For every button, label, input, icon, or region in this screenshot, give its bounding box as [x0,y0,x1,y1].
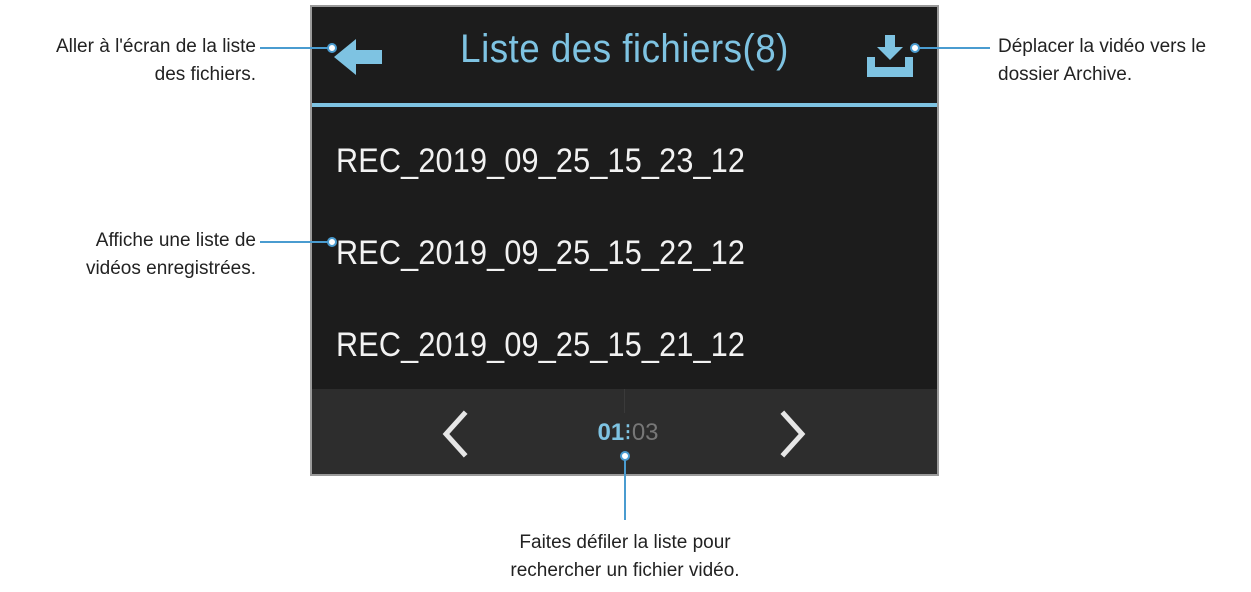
page-separator: ⁝ [624,419,632,446]
callout-list-line [260,241,332,243]
callout-list-line1: Affiche une liste de [95,230,256,251]
prev-page-button[interactable] [436,409,476,459]
callout-archive-line2: dossier Archive. [998,64,1133,85]
total-pages: 03 [631,419,659,446]
pager-divider [624,389,625,413]
file-list-screen: Liste des fichiers(8) REC_2019_09_25_15_… [310,5,939,476]
next-page-button[interactable] [772,409,812,459]
callout-archive-line1: Déplacer la vidéo vers le [998,36,1207,57]
chevron-left-icon [442,410,468,458]
file-item-2[interactable]: REC_2019_09_25_15_22_12 [336,223,745,283]
callout-scroll-text: Faites défiler la liste pour rechercher … [475,529,775,585]
chevron-right-icon [780,410,806,458]
callout-back-text: Aller à l'écran de la liste des fichiers… [56,33,256,89]
callout-scroll-line [624,460,626,520]
file-item-1[interactable]: REC_2019_09_25_15_23_12 [336,131,745,191]
page-title: Liste des fichiers(8) [460,27,789,71]
callout-list-text: Affiche une liste de vidéos enregistrées… [86,227,256,283]
callout-archive-text: Déplacer la vidéo vers le dossier Archiv… [998,33,1206,89]
screen-header: Liste des fichiers(8) [312,7,937,103]
callout-scroll-line1: Faites défiler la liste pour [519,532,731,553]
page-indicator: 01⁝03 [578,416,678,450]
callout-back-line [260,47,332,49]
callout-back-line2: des fichiers. [154,64,256,85]
download-tray-icon [867,35,913,77]
callout-list-dot [327,237,337,247]
callout-back-line1: Aller à l'écran de la liste [55,36,256,57]
archive-button[interactable] [865,33,915,79]
callout-scroll-line2: rechercher un fichier vidéo. [510,560,740,581]
callout-archive-line [918,47,990,49]
file-item-3[interactable]: REC_2019_09_25_15_21_12 [336,315,745,375]
callout-list-line2: vidéos enregistrées. [85,258,256,279]
callout-back-dot [327,43,337,53]
current-page: 01 [597,419,625,446]
file-list: REC_2019_09_25_15_23_12 REC_2019_09_25_1… [312,107,937,389]
